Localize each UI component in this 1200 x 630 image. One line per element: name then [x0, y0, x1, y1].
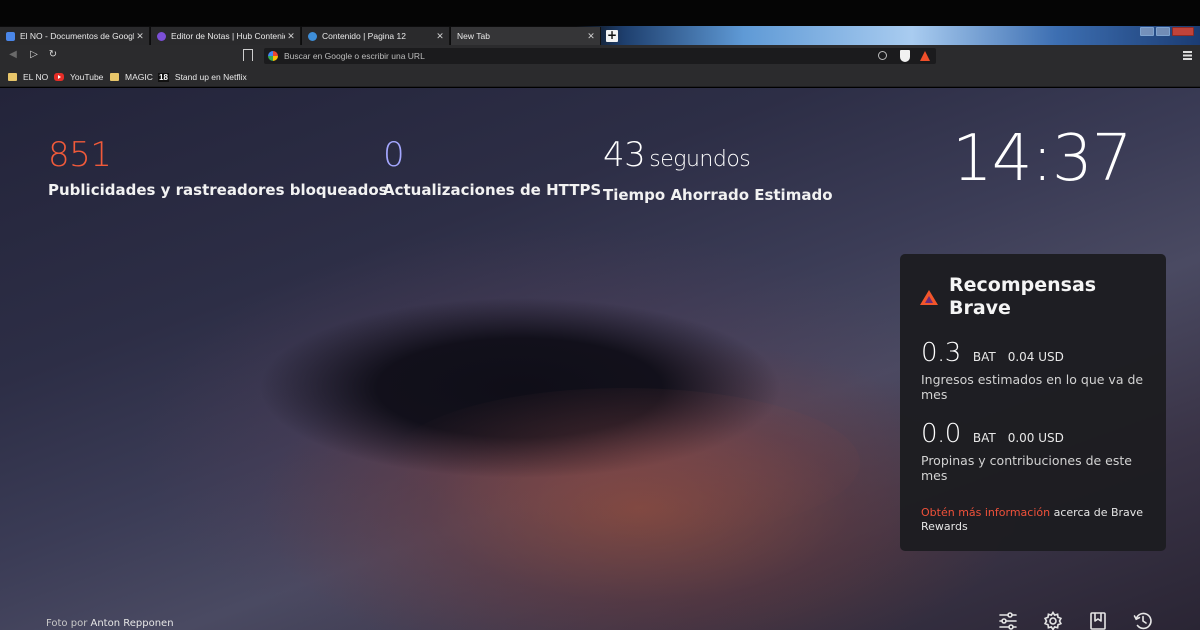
- tab-strip: El NO - Documentos de Google ✕ Editor de…: [0, 26, 1200, 45]
- brave-shields-icon[interactable]: [900, 50, 910, 62]
- customize-icon[interactable]: [998, 611, 1018, 630]
- stat-value-row: 43 segundos: [603, 135, 833, 180]
- bookmark-label: MAGIC: [125, 72, 153, 82]
- stat-https-upgrades: 0 Actualizaciones de HTTPS: [383, 135, 601, 199]
- forward-button[interactable]: ▷: [27, 48, 41, 62]
- bookmark-label: YouTube: [70, 72, 104, 82]
- close-icon[interactable]: ✕: [134, 31, 146, 42]
- bookmark-el-no[interactable]: EL NO: [8, 71, 48, 83]
- tab-pagina12[interactable]: Contenido | Pagina 12 ✕: [302, 27, 450, 45]
- zoom-icon[interactable]: [878, 51, 887, 60]
- minimize-button[interactable]: [1140, 27, 1154, 36]
- stat-label: Publicidades y rastreadores bloqueados: [48, 181, 388, 199]
- url-input[interactable]: [284, 48, 864, 64]
- stat-value: 0: [383, 135, 405, 175]
- back-button[interactable]: ◀: [6, 48, 20, 62]
- bookmark-page-icon[interactable]: [243, 49, 253, 61]
- bat-logo-icon: [920, 290, 938, 305]
- close-icon[interactable]: ✕: [585, 31, 597, 42]
- address-bar[interactable]: [264, 48, 936, 64]
- stat-unit: segundos: [649, 147, 751, 172]
- bookmark-stand-up-netflix[interactable]: 18 Stand up en Netflix: [158, 71, 247, 83]
- tab-hub-contenidos[interactable]: Editor de Notas | Hub Contenidos ✕: [151, 27, 301, 45]
- bookmark-label: Stand up en Netflix: [174, 72, 247, 82]
- tips-amount: 0.0: [921, 419, 961, 449]
- close-icon[interactable]: ✕: [285, 31, 297, 42]
- bookmark-label: EL NO: [23, 72, 49, 82]
- tab-title: Contenido | Pagina 12: [322, 31, 406, 41]
- photo-credit-author[interactable]: Anton Repponen: [91, 618, 174, 629]
- window-controls: [1138, 27, 1194, 36]
- new-tab-page: 851 Publicidades y rastreadores bloquead…: [0, 88, 1200, 630]
- new-tab-button[interactable]: +: [606, 29, 618, 42]
- learn-more-link[interactable]: Obtén más información: [921, 506, 1050, 519]
- tips-label: Propinas y contribuciones de este mes: [921, 453, 1132, 483]
- bookmarks-bar: EL NO YouTube MAGIC 18 Stand up en Netfl…: [0, 67, 1200, 87]
- tab-google-docs[interactable]: El NO - Documentos de Google ✕: [0, 27, 150, 45]
- toolbar: ◀ ▷ ↻: [0, 45, 1200, 67]
- tab-new-tab[interactable]: New Tab ✕: [451, 27, 601, 45]
- clock: 14:37: [952, 122, 1132, 196]
- rewards-tips-row: 0.0 BAT 0.00 USD: [921, 419, 1064, 449]
- maximize-button[interactable]: [1156, 27, 1170, 36]
- brave-rewards-icon[interactable]: [920, 51, 930, 61]
- earnings-currency: BAT: [972, 350, 996, 364]
- stat-value: 43: [603, 135, 646, 175]
- earnings-label: Ingresos estimados en lo que va de mes: [921, 372, 1144, 402]
- history-icon[interactable]: [1133, 611, 1153, 630]
- tab-title: Editor de Notas | Hub Contenidos: [171, 31, 285, 41]
- settings-icon[interactable]: [1043, 610, 1063, 630]
- earnings-usd: 0.04 USD: [1007, 350, 1064, 364]
- rewards-footer: Obtén más información acerca de Brave Re…: [921, 506, 1153, 533]
- google-icon: [268, 51, 278, 61]
- rewards-header: Recompensas Brave: [920, 274, 1119, 320]
- photo-credit: Foto por Anton Repponen: [46, 618, 174, 629]
- earnings-amount: 0.3: [921, 338, 961, 368]
- google-docs-icon: [6, 31, 15, 41]
- tips-currency: BAT: [972, 431, 996, 445]
- reload-button[interactable]: ↻: [46, 48, 60, 62]
- close-window-button[interactable]: [1172, 27, 1194, 36]
- rewards-earnings-row: 0.3 BAT 0.04 USD: [921, 338, 1064, 368]
- brave-rewards-widget: Recompensas Brave 0.3 BAT 0.04 USD Ingre…: [900, 254, 1166, 551]
- pagina12-icon: [308, 31, 317, 41]
- folder-icon: [8, 73, 17, 81]
- stat-label: Actualizaciones de HTTPS: [383, 181, 602, 199]
- background-photo: [390, 388, 860, 538]
- rating-18-icon: 18: [158, 72, 169, 82]
- stat-label: Tiempo Ahorrado Estimado: [603, 186, 833, 204]
- bookmarks-icon[interactable]: [1088, 611, 1108, 630]
- bookmark-youtube[interactable]: YouTube: [54, 71, 103, 83]
- youtube-icon: [54, 73, 64, 81]
- photo-credit-prefix: Foto por: [46, 618, 91, 629]
- menu-icon[interactable]: [1183, 51, 1192, 60]
- rewards-title: Recompensas Brave: [949, 274, 1097, 319]
- stat-ads-blocked: 851 Publicidades y rastreadores bloquead…: [48, 135, 388, 199]
- hub-icon: [157, 31, 166, 41]
- stat-time-saved: 43 segundos Tiempo Ahorrado Estimado: [603, 135, 833, 204]
- bookmark-magic[interactable]: MAGIC: [110, 71, 153, 83]
- tab-title: New Tab: [457, 31, 490, 41]
- close-icon[interactable]: ✕: [434, 31, 446, 42]
- desktop-top-strip: [0, 0, 1200, 26]
- stat-value: 851: [48, 135, 112, 175]
- tips-usd: 0.00 USD: [1007, 431, 1064, 445]
- folder-icon: [110, 73, 119, 81]
- tab-title: El NO - Documentos de Google: [20, 31, 134, 41]
